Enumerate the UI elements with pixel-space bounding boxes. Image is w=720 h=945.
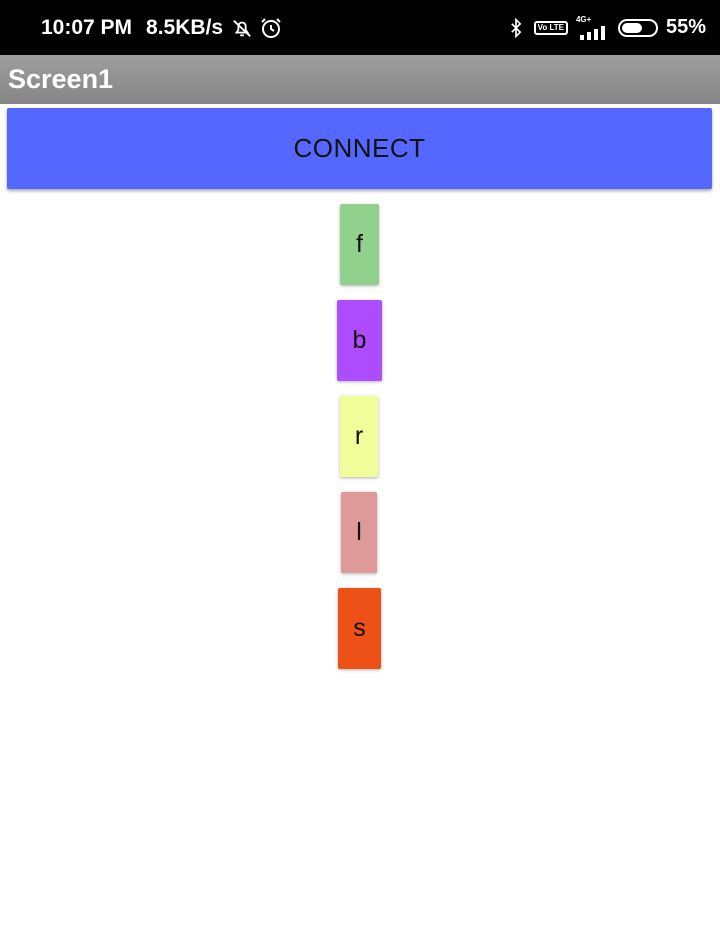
left-button[interactable]: l [341,492,377,573]
alarm-icon [259,16,283,40]
volte-icon: Vo LTE [533,20,568,35]
app-title-bar: Screen1 [0,55,720,104]
page-title: Screen1 [8,64,114,94]
network-type: 4G+ [575,14,592,24]
right-button[interactable]: r [340,396,378,477]
network-speed: 8.5KB/s [146,15,224,39]
status-left: 10:07 PM 8.5KB/s [41,16,283,40]
back-button[interactable]: b [337,300,382,381]
status-right: Vo LTE 4G+ 55% [506,14,706,40]
status-bar: 10:07 PM 8.5KB/s Vo LTE 4G+ 55% [0,0,720,55]
mute-bell-icon [231,17,253,39]
signal-icon: 4G+ [575,14,610,40]
bluetooth-icon [506,17,526,39]
battery-icon [617,18,658,37]
forward-button[interactable]: f [340,204,379,285]
battery-percent: 55% [665,16,706,38]
status-time: 10:07 PM [41,15,133,39]
connect-button[interactable]: CONNECT [7,108,712,189]
stop-button[interactable]: s [338,588,381,669]
